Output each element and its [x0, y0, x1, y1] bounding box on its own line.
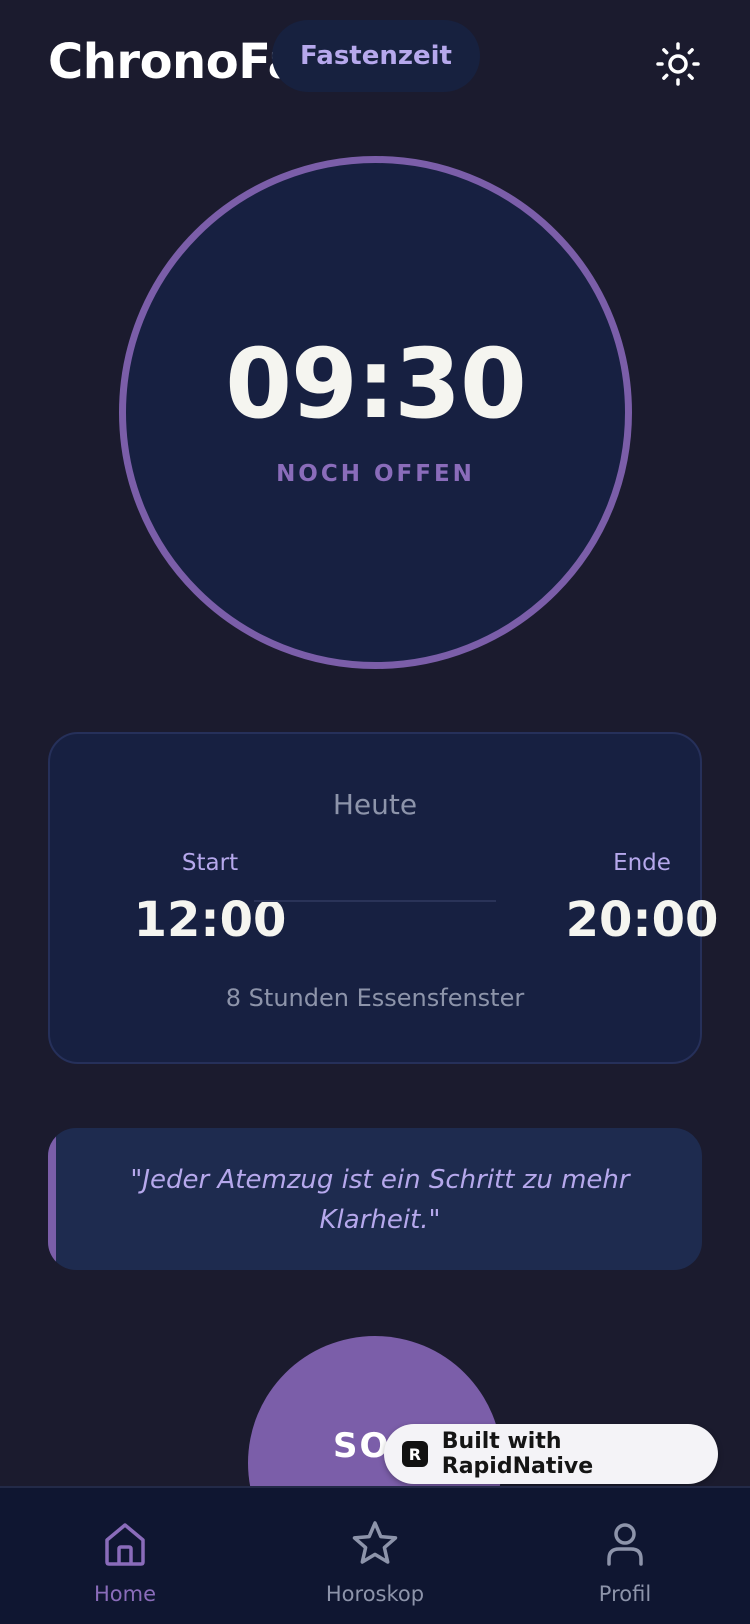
nav-item-horoskop[interactable]: Horoskop: [275, 1488, 475, 1624]
sun-icon: [656, 42, 700, 86]
eating-window-info: 8 Stunden Essensfenster: [225, 984, 525, 1012]
nav-label-profil: Profil: [598, 1582, 652, 1606]
quote-accent-bar: [48, 1128, 56, 1270]
end-time-block: Ende 20:00: [542, 850, 742, 948]
fasting-timer: 09:30 NOCH OFFEN: [119, 156, 632, 669]
timer-status: NOCH OFFEN: [276, 461, 475, 487]
start-time-block: Start 12:00: [110, 850, 310, 948]
quote-text: "Jeder Atemzug ist ein Schritt zu mehr K…: [130, 1165, 630, 1235]
today-title: Heute: [332, 788, 418, 821]
today-card: Heute Start 12:00 Ende 20:00 8 Stunden E…: [48, 732, 718, 1064]
nav-item-profil[interactable]: Profil: [525, 1488, 725, 1624]
end-time: 20:00: [565, 892, 719, 948]
theme-toggle-button[interactable]: [652, 38, 704, 90]
bottom-nav: Home Horoskop Profil: [0, 1486, 750, 1624]
start-label: Start: [181, 850, 239, 876]
home-icon: [105, 1523, 145, 1566]
quote-card: "Jeder Atemzug ist ein Schritt zu mehr K…: [48, 1128, 702, 1270]
end-label: Ende: [613, 850, 671, 876]
nav-label-home: Home: [93, 1582, 156, 1606]
rapidnative-badge-text: Built with RapidNative: [441, 1429, 594, 1479]
rapidnative-logo-icon: R: [402, 1441, 428, 1467]
time-divider: [254, 900, 496, 902]
timer-value: 09:30: [225, 328, 527, 440]
profile-icon: [607, 1523, 643, 1566]
rapidnative-badge[interactable]: R Built with RapidNative: [384, 1424, 718, 1484]
header: ChronoFast Fastenzeit: [0, 0, 750, 130]
nav-item-home[interactable]: Home: [25, 1488, 225, 1624]
nav-label-horoskop: Horoskop: [325, 1582, 425, 1606]
mode-pill[interactable]: Fastenzeit: [272, 20, 480, 92]
star-icon: [352, 1521, 398, 1564]
